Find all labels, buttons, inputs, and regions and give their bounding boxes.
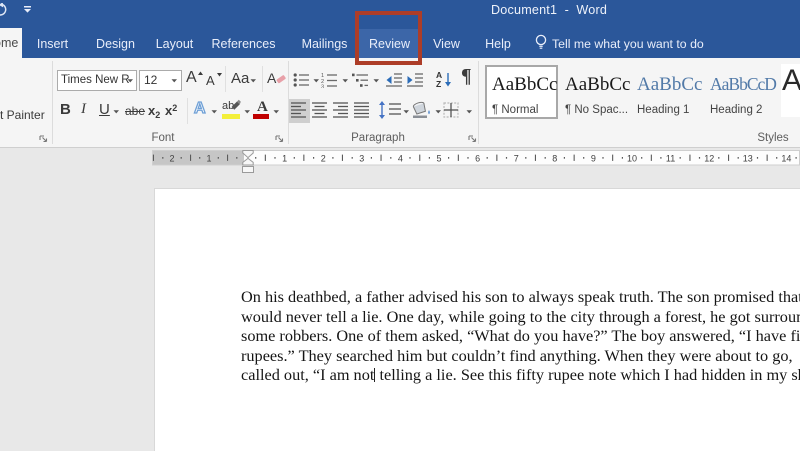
svg-text:7: 7	[514, 154, 519, 164]
svg-text:10: 10	[627, 154, 637, 164]
svg-text:3: 3	[359, 154, 364, 164]
svg-text:8: 8	[552, 154, 557, 164]
svg-text:Z: Z	[436, 79, 441, 89]
svg-text:1: 1	[282, 154, 287, 164]
svg-text:6: 6	[475, 154, 480, 164]
svg-text:14: 14	[781, 154, 791, 164]
svg-text:13: 13	[743, 154, 753, 164]
svg-text:1: 1	[206, 154, 211, 164]
svg-text:12: 12	[704, 154, 714, 164]
svg-text:4: 4	[398, 154, 403, 164]
svg-text:3: 3	[321, 85, 324, 89]
svg-text:9: 9	[591, 154, 596, 164]
svg-text:2: 2	[321, 154, 326, 164]
svg-text:11: 11	[666, 154, 675, 164]
svg-text:5: 5	[436, 154, 441, 164]
svg-text:2: 2	[169, 154, 174, 164]
